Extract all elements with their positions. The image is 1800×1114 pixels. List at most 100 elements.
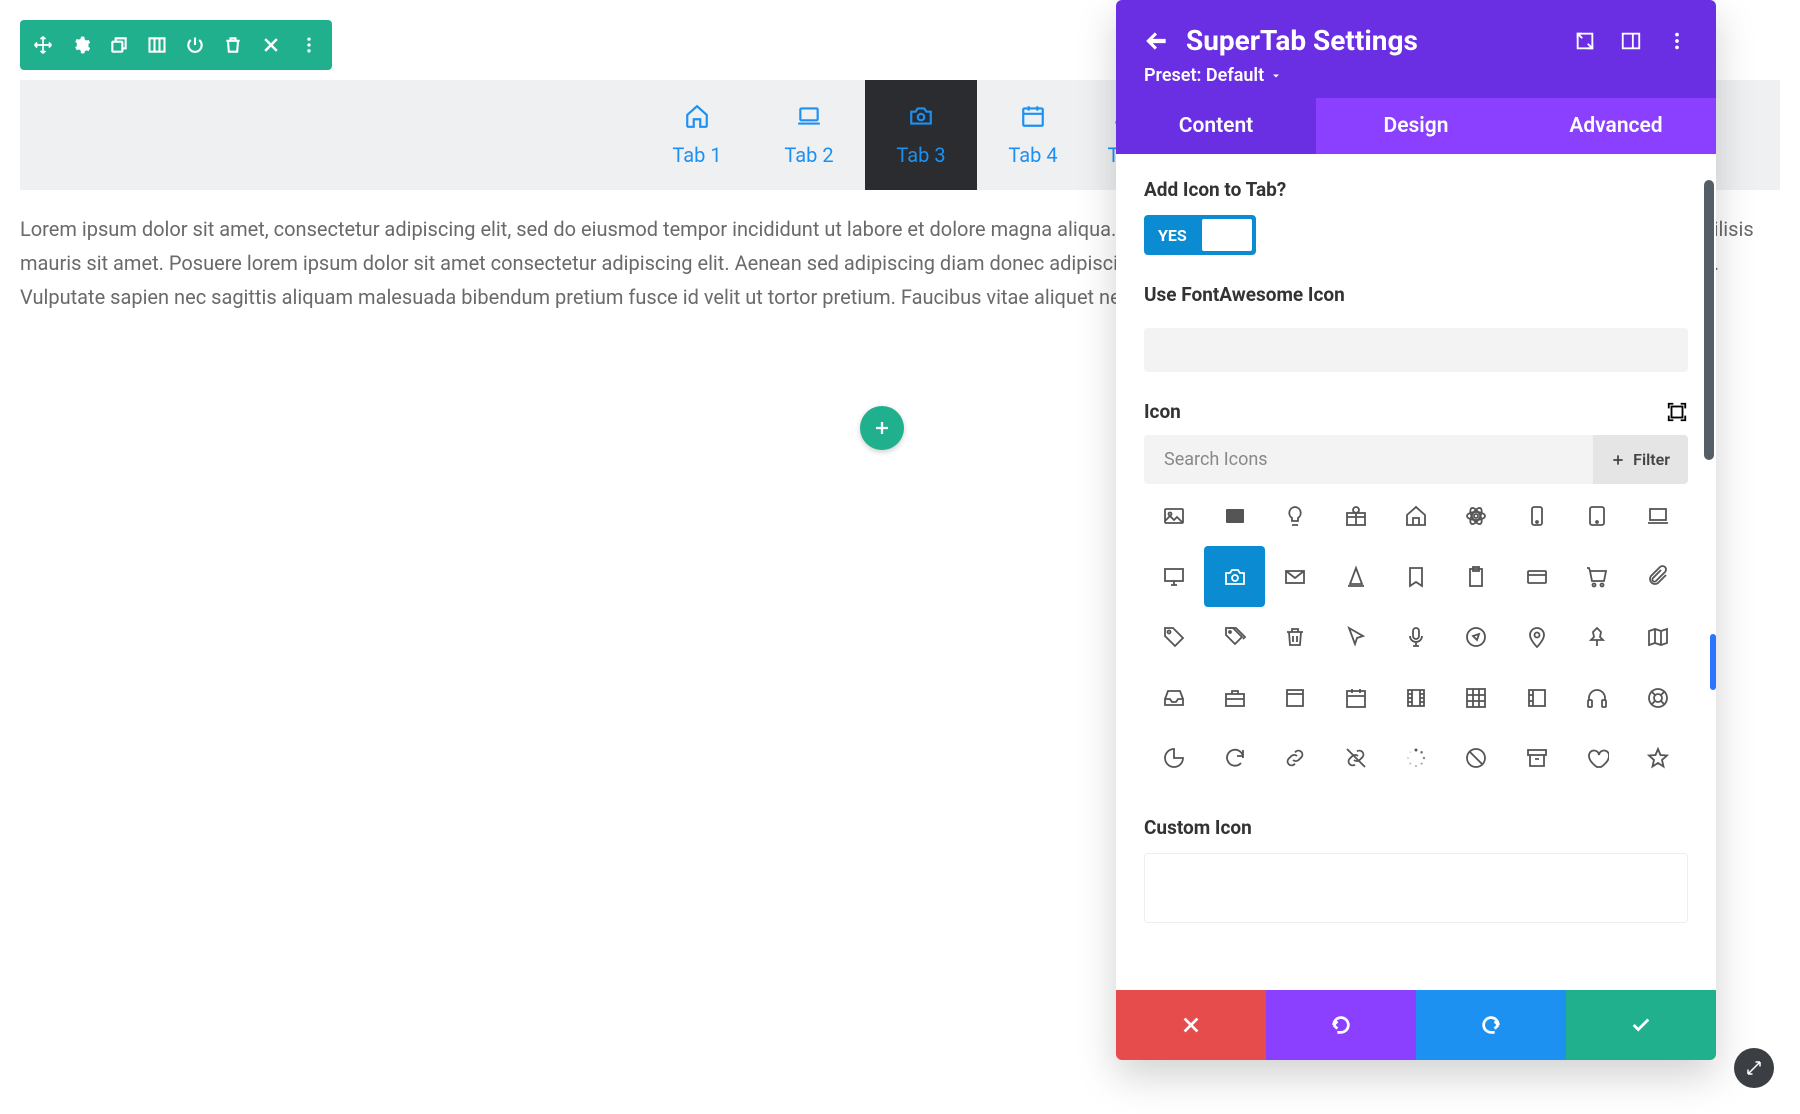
image-icon[interactable]: [1144, 486, 1204, 546]
custom-icon-input[interactable]: [1144, 853, 1688, 923]
more-icon[interactable]: [290, 26, 328, 64]
window-icon[interactable]: [1265, 667, 1325, 727]
add-module-button[interactable]: [860, 406, 904, 450]
search-input[interactable]: [1144, 435, 1593, 484]
tab-1[interactable]: Tab 1: [641, 80, 753, 190]
film-icon[interactable]: [1386, 667, 1446, 727]
undo-button[interactable]: [1266, 990, 1416, 1060]
settings-panel: SuperTab Settings Preset: Default Conten…: [1116, 0, 1716, 1060]
credit-card-icon[interactable]: [1507, 546, 1567, 606]
paperclip-icon[interactable]: [1628, 546, 1688, 606]
icon-search-row: Filter: [1144, 435, 1688, 484]
monitor-icon[interactable]: [1144, 546, 1204, 606]
home-icon: [684, 103, 710, 129]
gear-icon[interactable]: [62, 26, 100, 64]
panel-title: SuperTab Settings: [1186, 24, 1558, 57]
envelope-icon[interactable]: [1265, 546, 1325, 606]
compass-icon[interactable]: [1446, 607, 1506, 667]
home-icon[interactable]: [1386, 486, 1446, 546]
resize-handle[interactable]: [1734, 1048, 1774, 1088]
briefcase-icon[interactable]: [1204, 667, 1264, 727]
fontawesome-input[interactable]: [1144, 328, 1688, 372]
add-icon-toggle[interactable]: YES: [1144, 215, 1256, 255]
redo-button[interactable]: [1416, 990, 1566, 1060]
microphone-icon[interactable]: [1386, 607, 1446, 667]
icon-grid-scrollbar[interactable]: [1710, 484, 1716, 814]
expand-icon[interactable]: [1666, 401, 1688, 423]
icon-grid: [1144, 486, 1688, 788]
filter-button[interactable]: Filter: [1593, 435, 1688, 484]
star-icon[interactable]: [1628, 728, 1688, 788]
heart-icon[interactable]: [1567, 728, 1627, 788]
server-icon[interactable]: [1507, 667, 1567, 727]
pie-chart-icon[interactable]: [1144, 728, 1204, 788]
cursor-icon[interactable]: [1325, 607, 1385, 667]
preset-dropdown[interactable]: Preset: Default: [1144, 65, 1688, 86]
tab-3[interactable]: Tab 3: [865, 80, 977, 190]
panel-scrollbar[interactable]: [1704, 180, 1714, 460]
headphones-icon[interactable]: [1567, 667, 1627, 727]
tab-label: Tab 4: [1008, 143, 1057, 167]
map-icon[interactable]: [1628, 607, 1688, 667]
trash-icon[interactable]: [214, 26, 252, 64]
spinner-icon[interactable]: [1386, 728, 1446, 788]
tab-label: Tab 2: [784, 143, 833, 167]
link-broken-icon[interactable]: [1325, 728, 1385, 788]
lifebuoy-icon[interactable]: [1628, 667, 1688, 727]
lightbulb-icon[interactable]: [1265, 486, 1325, 546]
panel-body: Add Icon to Tab? YES Use FontAwesome Ico…: [1116, 154, 1716, 990]
columns-icon[interactable]: [138, 26, 176, 64]
icon-label: Icon: [1144, 400, 1181, 423]
custom-icon-label: Custom Icon: [1144, 816, 1688, 839]
trash-icon[interactable]: [1265, 607, 1325, 667]
tab-content[interactable]: Content: [1116, 98, 1316, 154]
laptop-icon[interactable]: [1628, 486, 1688, 546]
more-icon[interactable]: [1666, 30, 1688, 52]
map-pin-icon[interactable]: [1507, 607, 1567, 667]
panel-header: SuperTab Settings Preset: Default: [1116, 0, 1716, 98]
tags-icon[interactable]: [1204, 607, 1264, 667]
back-icon[interactable]: [1144, 28, 1170, 54]
pushpin-icon[interactable]: [1567, 607, 1627, 667]
tab-label: Tab 1: [672, 143, 721, 167]
tag-icon[interactable]: [1144, 607, 1204, 667]
add-icon-label: Add Icon to Tab?: [1144, 178, 1688, 201]
tablet-icon[interactable]: [1567, 486, 1627, 546]
grid-icon[interactable]: [1446, 667, 1506, 727]
tab-2[interactable]: Tab 2: [753, 80, 865, 190]
atom-icon[interactable]: [1446, 486, 1506, 546]
inbox-icon[interactable]: [1144, 667, 1204, 727]
archive-icon[interactable]: [1507, 728, 1567, 788]
tab-label: Tab 3: [896, 143, 945, 167]
clipboard-icon[interactable]: [1446, 546, 1506, 606]
save-button[interactable]: [1566, 990, 1716, 1060]
dock-icon[interactable]: [1620, 30, 1642, 52]
move-icon[interactable]: [24, 26, 62, 64]
chevron-down-icon: [1270, 70, 1282, 82]
close-icon[interactable]: [252, 26, 290, 64]
fontawesome-label: Use FontAwesome Icon: [1144, 283, 1688, 306]
calendar-icon: [1020, 103, 1046, 129]
ban-icon[interactable]: [1446, 728, 1506, 788]
tab-advanced[interactable]: Advanced: [1516, 98, 1716, 154]
cancel-button[interactable]: [1116, 990, 1266, 1060]
tab-design[interactable]: Design: [1316, 98, 1516, 154]
link-icon[interactable]: [1265, 728, 1325, 788]
power-icon[interactable]: [176, 26, 214, 64]
tab-4[interactable]: Tab 4: [977, 80, 1089, 190]
gift-icon[interactable]: [1325, 486, 1385, 546]
image-filled-icon[interactable]: [1204, 486, 1264, 546]
calendar-icon[interactable]: [1325, 667, 1385, 727]
duplicate-icon[interactable]: [100, 26, 138, 64]
bookmark-icon[interactable]: [1386, 546, 1446, 606]
laptop-icon: [796, 103, 822, 129]
cart-icon[interactable]: [1567, 546, 1627, 606]
cone-icon[interactable]: [1325, 546, 1385, 606]
expand-icon[interactable]: [1574, 30, 1596, 52]
panel-footer: [1116, 990, 1716, 1060]
refresh-icon[interactable]: [1204, 728, 1264, 788]
module-toolbar[interactable]: [20, 20, 332, 70]
camera-icon[interactable]: [1204, 546, 1264, 606]
camera-icon: [908, 103, 934, 129]
phone-icon[interactable]: [1507, 486, 1567, 546]
